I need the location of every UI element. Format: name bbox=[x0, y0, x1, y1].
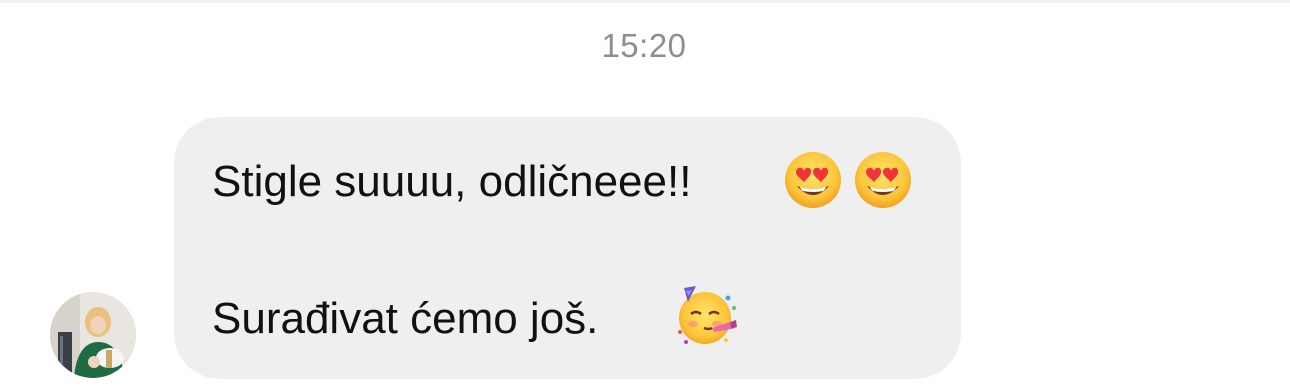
chat-view: 15:20 Stigle suuuu, odličneee!! Surađiva… bbox=[0, 0, 1290, 390]
message-timestamp: 15:20 bbox=[601, 27, 687, 64]
heart-eyes-emoji bbox=[783, 150, 843, 210]
message-line-1: Stigle suuuu, odličneee!! bbox=[212, 157, 692, 206]
top-divider bbox=[0, 0, 1290, 3]
message-line-2: Surađivat ćemo još. bbox=[212, 294, 599, 343]
partying-face-emoji bbox=[674, 282, 740, 348]
heart-eyes-emoji bbox=[853, 150, 913, 210]
avatar-photo bbox=[50, 292, 136, 378]
sender-avatar[interactable] bbox=[50, 292, 136, 378]
